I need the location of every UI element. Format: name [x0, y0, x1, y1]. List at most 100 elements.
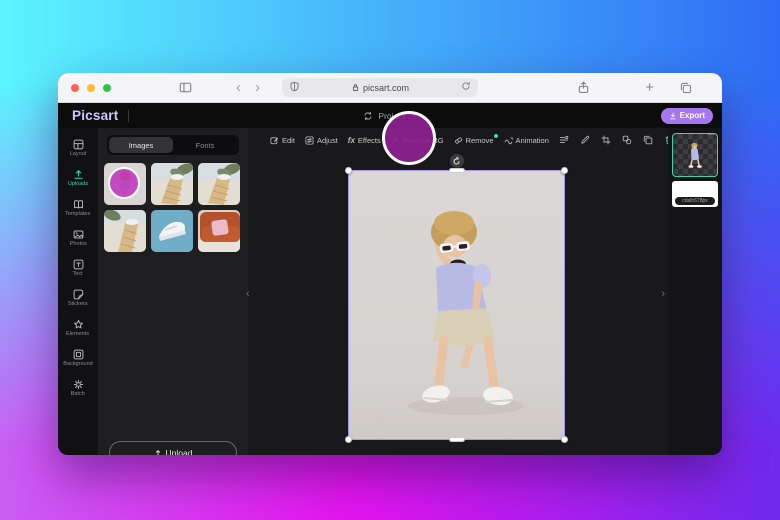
privacy-shield-icon[interactable] — [289, 81, 300, 92]
export-button[interactable]: Export — [660, 107, 713, 124]
url-text: picsart.com — [362, 82, 409, 93]
layer-model-cutout — [688, 142, 702, 168]
project-title[interactable]: Project 15 — [378, 111, 416, 121]
rotate-icon — [453, 156, 460, 165]
sidebar-item-uploads[interactable]: Uploads — [58, 163, 98, 193]
duplicate-icon — [643, 135, 653, 145]
resize-handle-top[interactable] — [448, 168, 465, 173]
eraser-icon — [454, 136, 462, 144]
thumbnail-model-photo[interactable] — [104, 163, 146, 205]
sidebar-item-photos[interactable]: Photos — [58, 223, 98, 253]
thumbnail-sofa[interactable] — [198, 210, 240, 252]
thumbnail-coffee-cup[interactable] — [198, 163, 240, 205]
batch-icon — [73, 379, 84, 390]
draw-button[interactable] — [580, 135, 590, 145]
remove-bg-icon — [391, 136, 399, 144]
panel-tabs: Images Fonts — [107, 135, 239, 155]
effects-button[interactable]: fx Effects — [348, 136, 381, 145]
tool-sidebar: Layout Uploads Templates Photos Text Sti… — [58, 128, 98, 455]
rotate-handle[interactable] — [449, 154, 464, 168]
edit-icon — [270, 136, 279, 144]
sidebar-item-label: Stickers — [68, 301, 88, 307]
browser-chrome: ‹ › picsart.com + — [58, 73, 722, 103]
canvas-photo[interactable] — [345, 154, 568, 443]
forward-button[interactable]: › — [255, 80, 260, 95]
sidebar-item-label: Photos — [69, 241, 87, 247]
sync-icon[interactable] — [363, 111, 373, 121]
sidebar-item-layout[interactable]: Layout — [58, 133, 98, 163]
stickers-icon — [73, 289, 84, 300]
upload-arrow-icon — [154, 449, 162, 455]
thumbnail-sneakers[interactable] — [151, 210, 193, 252]
close-window-button[interactable] — [71, 83, 79, 92]
reload-button[interactable] — [461, 81, 471, 91]
elements-icon — [73, 319, 84, 330]
shapes-button[interactable] — [622, 135, 632, 145]
resize-handle-top-right[interactable] — [561, 167, 568, 174]
resize-handle-bottom[interactable] — [448, 437, 465, 442]
remove-label: Remove — [465, 135, 494, 145]
new-tab-button[interactable]: + — [645, 79, 654, 96]
animation-button[interactable]: Animation — [504, 136, 549, 145]
layer-thumbnail-selected[interactable]: ••• — [672, 133, 718, 177]
resize-handle-bottom-left[interactable] — [345, 436, 352, 443]
thumbnail-coffee-cup[interactable] — [151, 163, 193, 205]
uploads-grid — [98, 161, 248, 254]
sidebar-item-text[interactable]: Text — [58, 253, 98, 283]
zoom-window-button[interactable] — [103, 83, 111, 92]
resize-handle-bottom-right[interactable] — [561, 436, 568, 443]
sidebar-toggle-icon — [179, 82, 192, 93]
thumbnail-coffee-cup[interactable] — [104, 210, 146, 252]
layers-panel: ••• cdafc678px — [668, 128, 722, 455]
remove-bg-button[interactable]: Remove BG — [391, 136, 444, 145]
photos-icon — [73, 229, 84, 240]
sidebar-toggle-button[interactable] — [179, 81, 192, 94]
sidebar-item-label: Text — [72, 271, 84, 277]
sidebar-item-label: Uploads — [67, 181, 89, 187]
position-button[interactable] — [559, 135, 569, 145]
upload-button[interactable]: Upload — [109, 441, 237, 455]
notification-dot — [493, 133, 498, 138]
crop-button[interactable] — [601, 135, 611, 145]
picsart-logo[interactable]: Picsart — [72, 108, 118, 123]
tabs-icon — [680, 82, 692, 93]
remove-button[interactable]: Remove — [454, 133, 498, 145]
sidebar-item-elements[interactable]: Elements — [58, 313, 98, 343]
page-thumbnail[interactable]: cdafc678px — [672, 181, 718, 207]
tab-fonts[interactable]: Fonts — [173, 137, 237, 153]
share-button[interactable] — [577, 81, 590, 94]
share-icon — [578, 81, 589, 94]
export-label: Export — [679, 111, 705, 120]
collapse-left-panel-arrow[interactable]: ‹ — [246, 288, 250, 300]
canvas-area[interactable]: Edit Adjust fx Effects Remove BG Remove — [246, 128, 673, 455]
layer-menu-button[interactable]: ••• — [707, 134, 715, 138]
sidebar-item-label: Background — [63, 361, 93, 367]
edit-label: Edit — [282, 135, 295, 145]
sidebar-item-templates[interactable]: Templates — [58, 193, 98, 223]
adjust-icon — [305, 135, 314, 145]
app-main: Layout Uploads Templates Photos Text Sti… — [58, 128, 722, 455]
remove-bg-label: Remove BG — [402, 135, 444, 145]
minimize-window-button[interactable] — [87, 83, 95, 92]
browser-window: ‹ › picsart.com + Picsart Project 15 Exp… — [58, 73, 722, 455]
edit-button[interactable]: Edit — [270, 136, 295, 145]
back-button[interactable]: ‹ — [236, 80, 241, 95]
sidebar-item-background[interactable]: Background — [58, 343, 98, 373]
adjust-button[interactable]: Adjust — [305, 136, 338, 145]
position-icon — [559, 135, 569, 144]
header-divider — [128, 109, 130, 122]
sidebar-item-label: Templates — [65, 211, 91, 217]
model-photo-image — [348, 170, 565, 440]
tab-images[interactable]: Images — [109, 137, 173, 153]
tab-overview-button[interactable] — [680, 82, 692, 94]
text-icon — [73, 259, 84, 270]
address-bar[interactable]: picsart.com — [282, 78, 478, 97]
sidebar-item-batch[interactable]: Batch — [58, 373, 98, 403]
uploads-icon — [73, 169, 84, 180]
resize-handle-top-left[interactable] — [345, 167, 352, 174]
sidebar-item-stickers[interactable]: Stickers — [58, 283, 98, 313]
duplicate-button[interactable] — [643, 135, 653, 145]
expand-right-panel-arrow[interactable]: › — [661, 288, 665, 300]
animation-icon — [504, 137, 513, 144]
crop-icon — [601, 135, 611, 145]
